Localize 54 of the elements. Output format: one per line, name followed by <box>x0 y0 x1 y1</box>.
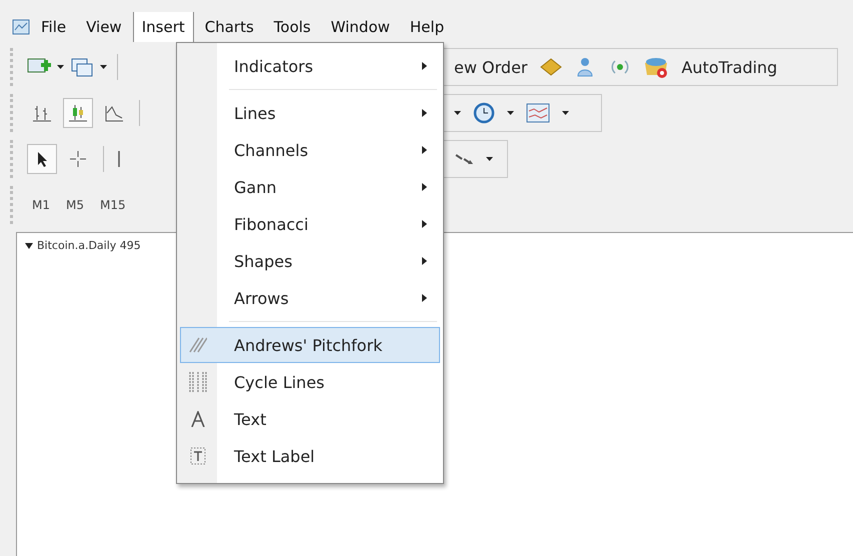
submenu-arrow-icon <box>422 257 427 265</box>
vertical-lines-icon <box>189 372 207 392</box>
menu-item[interactable]: Shapes <box>180 243 440 279</box>
menu-item[interactable]: Arrows <box>180 280 440 316</box>
menu-item[interactable]: Indicators <box>180 48 440 84</box>
new-order-button[interactable]: ew Order <box>454 58 528 76</box>
menu-item[interactable]: Text Label <box>180 438 440 474</box>
bar-chart-icon <box>32 103 52 123</box>
menu-item[interactable]: Gann <box>180 169 440 205</box>
caret-icon[interactable] <box>57 65 64 69</box>
submenu-arrow-icon <box>422 62 427 70</box>
menu-item[interactable]: Cycle Lines <box>180 364 440 400</box>
menu-item[interactable]: Window <box>322 12 399 42</box>
menu-item[interactable]: Andrews' Pitchfork <box>180 327 440 363</box>
submenu-arrow-icon <box>422 146 427 154</box>
submenu-arrow-icon <box>422 220 427 228</box>
menu-item[interactable]: Fibonacci <box>180 206 440 242</box>
menu-item[interactable]: Tools <box>264 12 320 42</box>
menu-item[interactable]: Channels <box>180 132 440 168</box>
diagonal-lines-icon <box>189 337 207 353</box>
diamond-icon[interactable] <box>539 57 564 77</box>
cursor-button[interactable] <box>27 144 57 174</box>
menu-item[interactable]: View <box>77 12 131 42</box>
submenu-arrow-icon <box>422 294 427 302</box>
caret-icon[interactable] <box>100 65 107 69</box>
menu-item[interactable]: Charts <box>196 12 263 42</box>
menu-item[interactable]: Text <box>180 401 440 437</box>
text-label-icon <box>190 447 206 465</box>
window-icon[interactable] <box>70 57 94 77</box>
autotrading-icon[interactable] <box>643 55 670 79</box>
caret-icon[interactable] <box>454 111 461 115</box>
candlestick-icon <box>68 103 88 123</box>
submenu-arrow-icon <box>422 183 427 191</box>
crosshair-icon <box>69 150 87 168</box>
chart-title: Bitcoin.a.Daily 495 <box>37 239 141 252</box>
timeframe-button[interactable]: M5 <box>61 198 89 212</box>
menu-item[interactable]: Lines <box>180 95 440 131</box>
timeframe-button[interactable]: M1 <box>27 198 55 212</box>
line-chart-icon <box>104 103 124 123</box>
submenu-arrow-icon <box>422 109 427 117</box>
chart-window-icon[interactable] <box>526 103 550 123</box>
menu-item[interactable]: Insert <box>132 12 194 42</box>
autotrading-button[interactable]: AutoTrading <box>681 58 778 76</box>
caret-icon[interactable] <box>562 111 569 115</box>
clock-icon[interactable] <box>473 102 495 124</box>
letter-icon <box>191 411 205 427</box>
candlestick-button[interactable] <box>63 98 93 128</box>
menu-item[interactable]: File <box>32 12 76 42</box>
app-icon[interactable] <box>12 18 30 36</box>
menu-item[interactable]: Help <box>400 12 454 42</box>
dropdown-triangle-icon[interactable] <box>25 242 33 248</box>
caret-icon[interactable] <box>507 111 514 115</box>
caret-icon[interactable] <box>486 157 493 161</box>
timeframe-button[interactable]: M15 <box>95 198 131 212</box>
